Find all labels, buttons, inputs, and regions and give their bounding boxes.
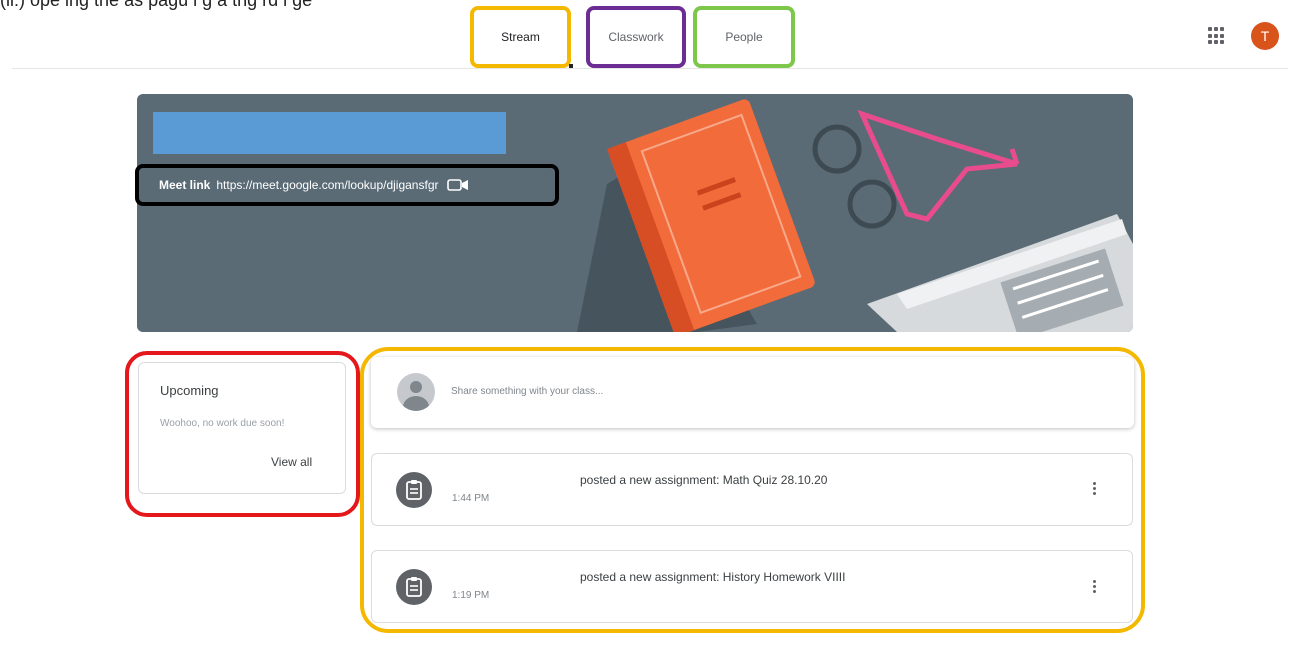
upcoming-title: Upcoming (160, 383, 219, 398)
assignment-icon (396, 472, 432, 508)
tab-classwork[interactable]: Classwork (586, 6, 686, 68)
tab-stream[interactable]: Stream (470, 6, 571, 68)
more-options-icon[interactable] (1091, 482, 1097, 500)
post-card[interactable] (371, 550, 1133, 623)
header-divider (12, 68, 1288, 69)
more-options-icon[interactable] (1091, 580, 1097, 598)
meet-link-box[interactable]: Meet link https://meet.google.com/lookup… (135, 164, 559, 206)
avatar-initial: T (1260, 28, 1270, 44)
tab-classwork-label: Classwork (608, 30, 664, 44)
post-time: 1:44 PM (452, 493, 490, 504)
user-avatar-icon (397, 373, 435, 411)
tab-stream-label: Stream (501, 30, 540, 44)
tab-people[interactable]: People (693, 6, 795, 68)
post-card[interactable] (371, 453, 1133, 526)
upcoming-subtitle: Woohoo, no work due soon! (160, 418, 285, 429)
class-title-redacted (153, 112, 506, 154)
post-title[interactable]: posted a new assignment: History Homewor… (580, 570, 845, 584)
meet-link-url[interactable]: https://meet.google.com/lookup/djigansfg… (216, 178, 438, 192)
account-avatar[interactable]: T (1251, 22, 1279, 50)
tab-people-label: People (725, 30, 763, 44)
post-time: 1:19 PM (452, 590, 490, 601)
view-all-link[interactable]: View all (271, 455, 312, 469)
apps-grid-icon[interactable] (1208, 27, 1226, 45)
assignment-icon (396, 569, 432, 605)
post-title[interactable]: posted a new assignment: Math Quiz 28.10… (580, 473, 827, 487)
meet-link-label: Meet link (159, 178, 211, 192)
video-camera-icon[interactable] (446, 178, 469, 192)
share-input[interactable]: Share something with your class... (451, 386, 603, 397)
